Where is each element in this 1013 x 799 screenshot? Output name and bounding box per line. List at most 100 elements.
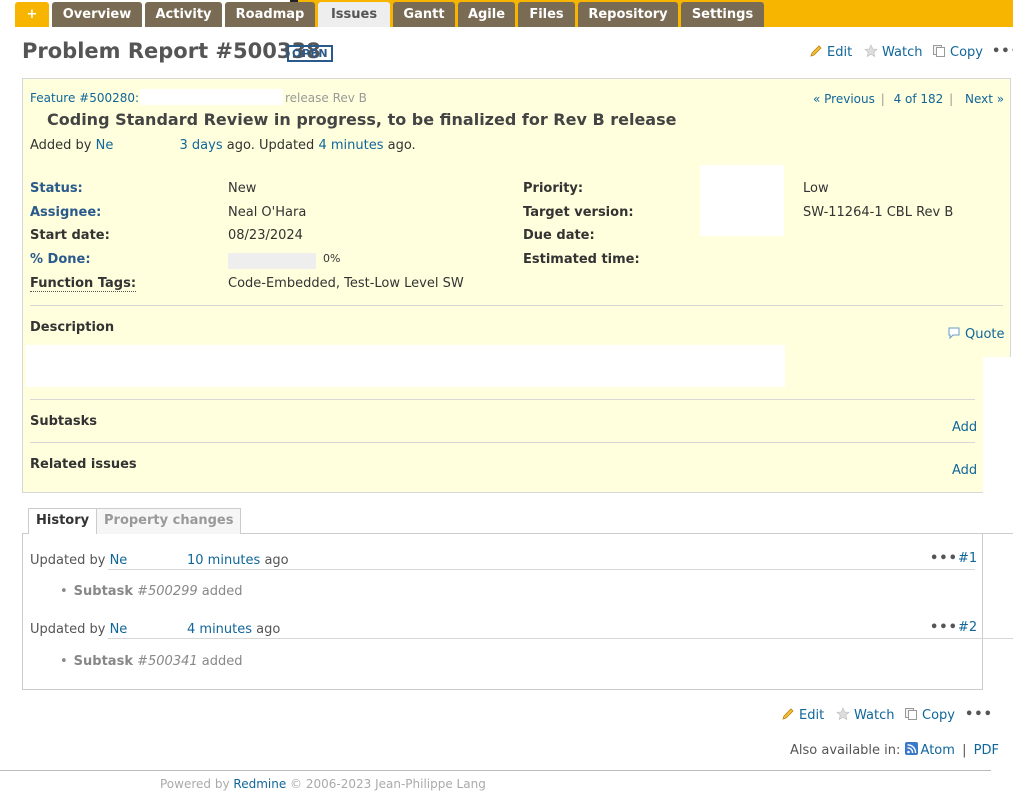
atom-link[interactable]: Atom (904, 742, 955, 758)
target-version-label: Target version: (523, 205, 634, 220)
tab-history[interactable]: History (28, 508, 98, 534)
quote-label: Quote (965, 327, 1005, 342)
speech-bubble-icon (948, 327, 960, 340)
edit-button[interactable]: Edit (809, 44, 852, 60)
add-subtask-link[interactable]: Add (952, 420, 977, 435)
more-actions-button[interactable]: ••• (965, 707, 993, 722)
related-issues-heading: Related issues (30, 457, 137, 472)
tab-agile[interactable]: Agile (458, 2, 515, 27)
percent-done-label: % Done: (30, 252, 91, 267)
journal-actions-button[interactable]: ••• (930, 551, 958, 566)
previous-link[interactable]: « Previous (813, 92, 875, 106)
tab-property-changes[interactable]: Property changes (96, 508, 242, 534)
detail-ref: #500299 (137, 584, 198, 599)
star-icon (836, 707, 850, 721)
pdf-link[interactable]: PDF (974, 743, 999, 758)
next-link[interactable]: Next » (965, 92, 1004, 106)
detail-ref: #500341 (137, 654, 198, 669)
new-object-button[interactable]: + (15, 2, 49, 27)
watch-button[interactable]: Watch (864, 44, 922, 60)
parent-issue-suffix: release Rev B (285, 91, 367, 105)
more-actions-button[interactable]: ••• (992, 44, 1013, 59)
copy-button[interactable]: Copy (932, 44, 983, 60)
journal-author-link[interactable]: Ne (110, 622, 128, 637)
quote-button[interactable]: Quote (947, 326, 1005, 342)
journal-time-link[interactable]: 4 minutes (187, 622, 252, 637)
other-formats-label: Also available in: (790, 743, 901, 758)
divider (108, 638, 1013, 639)
watch-button[interactable]: Watch (836, 707, 894, 723)
tab-issues[interactable]: Issues (318, 2, 390, 27)
top-menu-bar: + Overview Activity Roadmap Issues Gantt… (0, 0, 1013, 27)
journal-detail: • Subtask #500299 added (60, 584, 243, 599)
target-version-link[interactable]: SW-11264-1 CBL Rev B (803, 205, 953, 220)
status-value: New (228, 181, 257, 196)
journal-time-link[interactable]: 10 minutes (187, 553, 260, 568)
detail-label: Subtask (73, 654, 133, 669)
detail-action: added (201, 654, 243, 669)
add-related-issue-link[interactable]: Add (952, 463, 977, 478)
journal-prefix: Updated by (30, 622, 106, 637)
status-badge: OPEN (287, 45, 334, 62)
tab-files[interactable]: Files (518, 2, 575, 27)
journal-header: Updated by Ne (30, 553, 127, 568)
issue-position: 4 of 182 (893, 92, 944, 106)
author-link[interactable]: Ne (96, 138, 114, 153)
start-date-label: Start date: (30, 228, 110, 243)
parent-issue-link[interactable]: Feature #500280: (30, 91, 139, 105)
detail-label: Subtask (73, 584, 133, 599)
added-by-prefix: Added by (30, 138, 92, 153)
ago-text: ago. (387, 138, 416, 153)
redacted-area (700, 165, 784, 236)
copyright-text: © 2006-2023 Jean-Philippe Lang (290, 777, 486, 791)
journal-actions-button[interactable]: ••• (930, 620, 958, 635)
redacted-area (140, 89, 283, 105)
divider (108, 569, 975, 570)
issue-navigation: « Previous | 4 of 182 | Next » (813, 92, 1004, 106)
tab-activity[interactable]: Activity (145, 2, 222, 27)
subtasks-heading: Subtasks (30, 414, 98, 429)
feed-icon (904, 742, 918, 755)
description-heading: Description (30, 320, 115, 335)
issue-author-line: Added by Ne 3 days ago. Updated 4 minute… (30, 138, 416, 153)
detail-action: added (201, 584, 243, 599)
copy-icon (933, 45, 945, 57)
tab-roadmap[interactable]: Roadmap (225, 2, 315, 27)
tab-overview[interactable]: Overview (52, 2, 142, 27)
journal-number-link[interactable]: #2 (958, 620, 977, 635)
assignee-label: Assignee: (30, 205, 102, 220)
assignee-link[interactable]: Neal O'Hara (228, 205, 306, 220)
pencil-icon (810, 45, 822, 57)
journal-author-link[interactable]: Ne (110, 553, 128, 568)
tab-settings[interactable]: Settings (681, 2, 764, 27)
edit-label: Edit (827, 45, 853, 60)
journal-prefix: Updated by (30, 553, 106, 568)
journal-ago: ago (256, 622, 281, 637)
watch-label: Watch (882, 45, 923, 60)
function-tags-value: Code-Embedded, Test-Low Level SW (228, 276, 464, 291)
divider (30, 305, 1003, 306)
nav-separator: | (949, 92, 954, 106)
estimated-time-label: Estimated time: (523, 252, 640, 267)
issue-subject: Coding Standard Review in progress, to b… (47, 110, 677, 129)
percent-done-value: 0% (323, 252, 341, 265)
journal-number-link[interactable]: #1 (958, 551, 977, 566)
copy-label: Copy (950, 45, 983, 60)
star-icon (864, 44, 878, 58)
journal-ago: ago (264, 553, 289, 568)
redmine-link[interactable]: Redmine (233, 777, 286, 791)
redacted-area (983, 357, 1013, 493)
priority-value: Low (803, 181, 829, 196)
copy-button[interactable]: Copy (904, 707, 955, 723)
atom-label: Atom (920, 743, 955, 758)
ago-updated-text: ago. Updated (226, 138, 315, 153)
footer-divider (0, 770, 991, 771)
tab-gantt[interactable]: Gantt (393, 2, 455, 27)
priority-label: Priority: (523, 181, 584, 196)
created-link[interactable]: 3 days (180, 138, 223, 153)
journal-header: Updated by Ne (30, 622, 127, 637)
due-date-label: Due date: (523, 228, 595, 243)
updated-link[interactable]: 4 minutes (318, 138, 383, 153)
edit-button[interactable]: Edit (781, 707, 824, 723)
tab-repository[interactable]: Repository (578, 2, 678, 27)
